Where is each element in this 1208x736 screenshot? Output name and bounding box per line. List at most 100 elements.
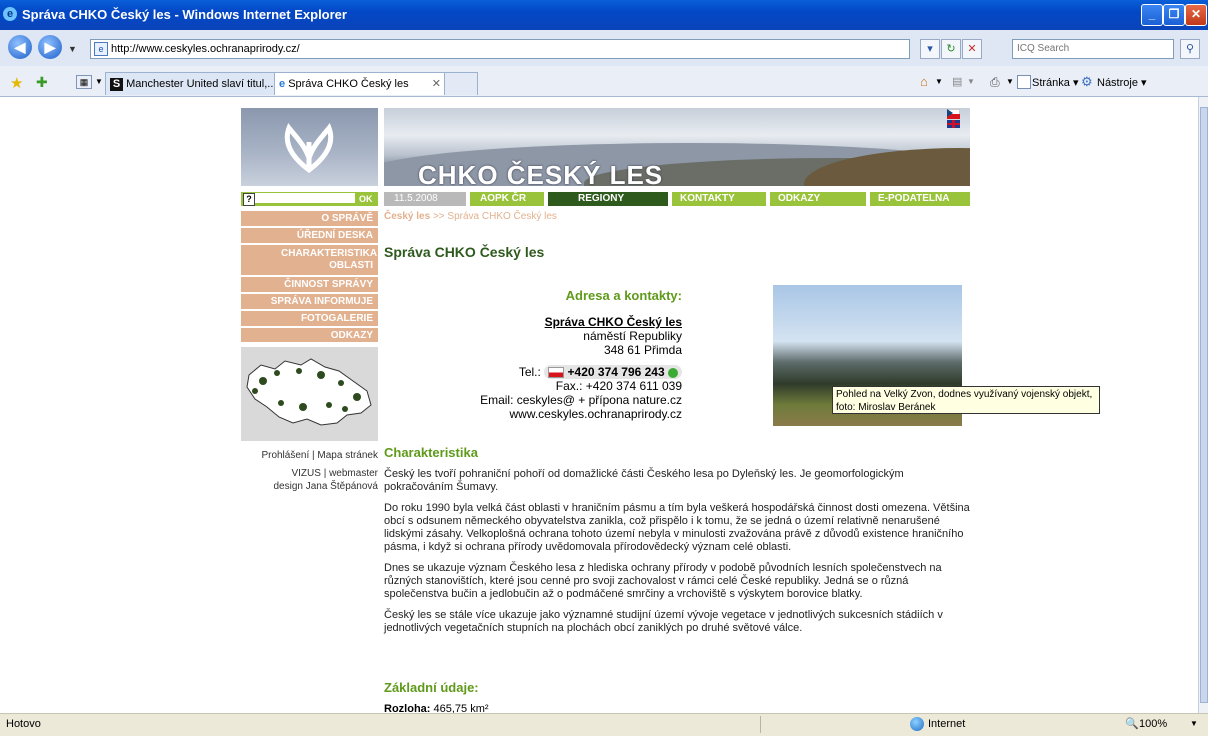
tools-gear-icon: ⚙ [1081, 74, 1093, 89]
scrollbar-thumb[interactable] [1200, 107, 1208, 703]
feeds-icon[interactable]: ▤ [952, 75, 962, 88]
internet-globe-icon [910, 717, 924, 731]
new-tab-button[interactable] [444, 72, 478, 95]
contact-email: Email: ceskyles@ + přípona nature.cz [480, 393, 682, 407]
uk-flag-icon[interactable] [947, 120, 960, 128]
contact-heading: Adresa a kontakty: [565, 288, 682, 303]
forward-button[interactable]: ▶ [38, 35, 62, 59]
tel-label: Tel.: [518, 365, 541, 379]
add-favorite-icon[interactable]: ✚ [36, 74, 48, 91]
tooltip-line-1: Pohled na Velký Zvon, dodnes využívaný v… [836, 389, 1093, 400]
leaf-logo-icon [284, 123, 334, 174]
ie-tab-icon: e [279, 78, 286, 90]
vertical-scrollbar[interactable] [1198, 97, 1208, 713]
leftmenu-uredni-deska[interactable]: ÚŘEDNÍ DESKA [241, 228, 378, 244]
article-body: Český les tvoří pohraniční pohoří od dom… [384, 468, 974, 643]
home-dropdown-icon[interactable]: ▼ [935, 77, 943, 86]
window-title: Správa CHKO Český les - Windows Internet… [22, 7, 347, 22]
quick-tabs-icon[interactable]: ▦ [76, 75, 92, 89]
tab-sprava-chko[interactable]: e Správa CHKO Český les ✕ [274, 72, 448, 95]
address-toolbar: ◀ ▶ ▼ e http://www.ceskyles.ochranapriro… [0, 30, 1208, 67]
leftmenu-sprava-informuje[interactable]: SPRÁVA INFORMUJE [241, 294, 378, 310]
tab-manchester[interactable]: S Manchester United slaví titul,... [105, 72, 275, 95]
tab-toolbar: ★ ✚ ▦ ▼ S Manchester United slaví titul,… [0, 66, 1208, 97]
breadcrumb-current: Správa CHKO Český les [447, 211, 557, 222]
url-text: http://www.ceskyles.ochranaprirody.cz/ [111, 43, 300, 55]
contact-org[interactable]: Správa CHKO Český les [450, 315, 682, 329]
status-text: Hotovo [6, 718, 41, 730]
close-button[interactable]: ✕ [1185, 4, 1207, 26]
topmenu-odkazy[interactable]: ODKAZY [770, 192, 866, 206]
home-icon[interactable]: ⌂ [920, 74, 928, 89]
page-menu-icon [1017, 75, 1031, 89]
site-search-input[interactable] [255, 193, 355, 203]
paragraph: Český les se stále více ukazuje jako výz… [384, 609, 943, 634]
region-map[interactable] [241, 347, 378, 441]
search-input[interactable] [1013, 40, 1167, 56]
feeds-dropdown-icon[interactable]: ▼ [967, 77, 975, 86]
leftmenu-charakteristika[interactable]: CHARAKTERISTIKA OBLASTI [241, 245, 378, 276]
tab-label: Správa CHKO Český les [288, 78, 409, 90]
address-bar[interactable]: e http://www.ceskyles.ochranaprirody.cz/ [90, 39, 910, 59]
history-dropdown-icon[interactable]: ▼ [68, 44, 77, 54]
breadcrumb: Český les >> Správa CHKO Český les [384, 211, 557, 222]
chko-logo[interactable] [241, 108, 378, 186]
ie-logo-icon: e [3, 7, 17, 21]
site-s-icon: S [110, 77, 123, 91]
area-label: Rozloha: [384, 703, 431, 713]
area-row: Rozloha: 465,75 km² [384, 703, 489, 713]
skype-call-icon [668, 367, 678, 378]
help-question-icon[interactable]: ? [243, 193, 255, 206]
search-icon[interactable]: ⚲ [1180, 39, 1200, 59]
leftmenu-o-sprave[interactable]: O SPRÁVĚ [241, 211, 378, 227]
zoom-icon: 🔍 [1125, 718, 1139, 730]
print-dropdown-icon[interactable]: ▼ [1006, 77, 1014, 86]
footer-design: design Jana Štěpánová [273, 481, 378, 492]
tel-skype[interactable]: +420 374 796 243 [544, 365, 682, 379]
search-box[interactable] [1012, 39, 1174, 59]
leftmenu-odkazy[interactable]: ODKAZY [241, 328, 378, 343]
back-button[interactable]: ◀ [8, 35, 32, 59]
czech-flag-icon [548, 367, 565, 379]
zoom-level[interactable]: 100% [1139, 718, 1167, 730]
stop-icon[interactable]: ✕ [962, 39, 982, 59]
topmenu-kontakty[interactable]: KONTAKTY [672, 192, 766, 206]
footer-vizus[interactable]: VIZUS | webmaster [241, 468, 378, 479]
topmenu-regiony[interactable]: REGIONY [548, 192, 668, 206]
contact-fax: Fax.: +420 374 611 039 [555, 379, 682, 393]
zoom-dropdown-icon[interactable]: ▼ [1190, 719, 1198, 728]
paragraph: Do roku 1990 byla velká část oblasti v h… [384, 502, 970, 553]
search-ok-button[interactable]: OK [359, 192, 373, 206]
paragraph: Dnes se ukazuje význam Českého lesa z hl… [384, 562, 942, 600]
contact-city: 348 61 Přimda [603, 343, 682, 357]
tel-number: +420 374 796 243 [567, 365, 665, 379]
refresh-icon[interactable]: ↻ [941, 39, 961, 59]
page-title: Správa CHKO Český les [384, 244, 545, 260]
section-heading-zakladni: Základní údaje: [384, 680, 479, 695]
photo-tooltip: Pohled na Velký Zvon, dodnes využívaný v… [832, 386, 1100, 414]
title-bar: e Správa CHKO Český les - Windows Intern… [0, 0, 1208, 30]
date-label: 11.5.2008 [384, 192, 466, 206]
topmenu-aopk[interactable]: AOPK ČR [470, 192, 544, 206]
leftmenu-fotogalerie[interactable]: FOTOGALERIE [241, 311, 378, 327]
banner-image: CHKO ČESKÝ LES [384, 108, 970, 186]
leftmenu-cinnost[interactable]: ČINNOST SPRÁVY [241, 277, 378, 293]
tab-label: Manchester United slaví titul,... [126, 78, 275, 90]
contact-web[interactable]: www.ceskyles.ochranaprirody.cz [450, 407, 682, 421]
zone-label: Internet [928, 718, 966, 730]
maximize-button[interactable]: ❐ [1163, 4, 1185, 26]
minimize-button[interactable]: _ [1141, 4, 1163, 26]
address-dropdown-icon[interactable]: ▾ [920, 39, 940, 59]
tools-menu[interactable]: Nástroje ▾ [1097, 76, 1147, 89]
czech-flag-icon[interactable] [947, 109, 960, 119]
tooltip-line-2: foto: Miroslav Beránek [836, 402, 936, 413]
status-panels [760, 716, 901, 733]
favorites-star-icon[interactable]: ★ [10, 74, 23, 92]
page-menu[interactable]: Stránka ▾ [1032, 76, 1079, 89]
topmenu-epodatelna[interactable]: E-PODATELNA [870, 192, 970, 206]
breadcrumb-home[interactable]: Český les [384, 211, 430, 222]
print-icon[interactable]: ⎙ [990, 75, 1000, 90]
tab-close-icon[interactable]: ✕ [432, 73, 441, 95]
tab-list-dropdown-icon[interactable]: ▼ [95, 77, 103, 86]
footer-links[interactable]: Prohlášení | Mapa stránek [241, 450, 378, 461]
